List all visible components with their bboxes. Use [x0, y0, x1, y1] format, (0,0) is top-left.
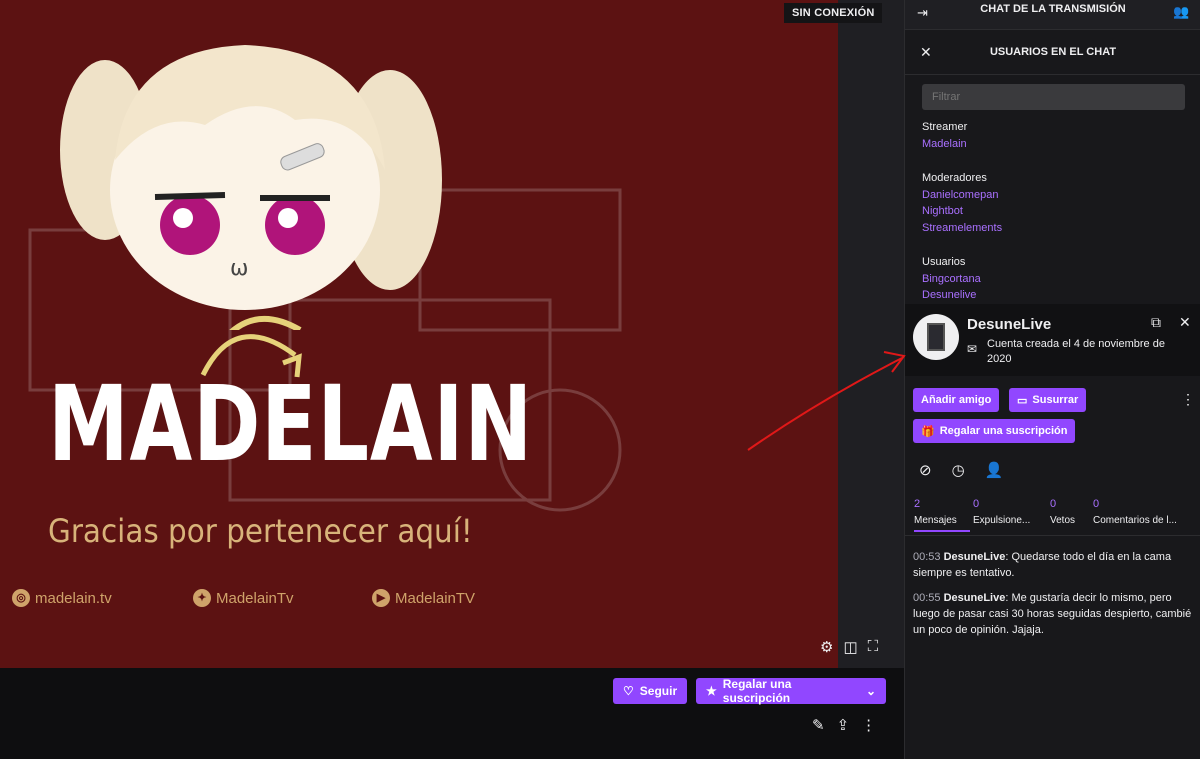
follow-button-label: Seguir	[639, 684, 678, 698]
mail-icon: ✉	[967, 342, 978, 356]
gift-sub-card-label: Regalar una suscripción	[939, 425, 1068, 437]
more-options-icon[interactable]: ⋮	[861, 716, 876, 734]
viewer-card: DesuneLive ✉ Cuenta creada el 4 de novie…	[905, 304, 1200, 376]
edit-pencil-icon[interactable]: ✎	[812, 716, 825, 734]
follow-button[interactable]: ♡ Seguir	[613, 678, 688, 704]
users-group-label: Usuarios	[922, 256, 966, 268]
player-letterbox	[838, 0, 904, 668]
more-options-icon[interactable]: ⋮	[1181, 391, 1195, 408]
tab-label: Mensajes	[914, 515, 957, 526]
gift-icon: 🎁	[921, 425, 935, 438]
svg-text:ω: ω	[230, 256, 248, 281]
tab-label: Vetos	[1050, 515, 1076, 526]
user-link[interactable]: Streamelements	[922, 222, 1002, 234]
heart-icon: ♡	[623, 684, 634, 698]
social-youtube: ▶ MadelainTV	[372, 589, 475, 607]
youtube-icon: ▶	[372, 589, 390, 607]
star-icon: ★	[706, 684, 717, 698]
social-twitter-label: MadelainTv	[216, 589, 294, 607]
avatar[interactable]	[913, 314, 959, 360]
user-link[interactable]: Desunelive	[922, 289, 976, 301]
tab-count: 0	[1093, 498, 1100, 510]
tab-mod-comments[interactable]: 0 Comentarios de l...	[1093, 498, 1197, 526]
instagram-icon: ◎	[12, 589, 30, 607]
chevron-down-icon: ⌄	[865, 684, 876, 698]
tab-label: Expulsione...	[973, 515, 1031, 526]
users-in-chat-title: USUARIOS EN EL CHAT	[989, 46, 1117, 58]
moderators-group-label: Moderadores	[922, 172, 987, 184]
message-timestamp: 00:53	[913, 551, 941, 563]
streamer-group-label: Streamer	[922, 121, 968, 133]
viewer-card-username[interactable]: DesuneLive	[967, 316, 1051, 333]
user-link[interactable]: Bingcortana	[922, 273, 981, 285]
channel-action-icons: ✎ ⇪ ⋮	[812, 716, 876, 734]
mascot-illustration: ω	[60, 45, 442, 330]
tab-bans[interactable]: 0 Expulsione...	[973, 498, 1039, 526]
add-friend-button[interactable]: Añadir amigo	[913, 388, 1000, 412]
fullscreen-icon[interactable]: ⛶	[868, 638, 879, 656]
user-link[interactable]: Nightbot	[922, 205, 963, 217]
banner-channel-name: MADELAIN	[48, 363, 534, 485]
close-card-icon[interactable]: ✕	[1179, 314, 1191, 331]
users-in-chat-header: ✕ USUARIOS EN EL CHAT	[905, 31, 1200, 75]
add-friend-label: Añadir amigo	[921, 394, 992, 406]
chat-header: ⇥ CHAT DE LA TRANSMISIÓN 👥	[905, 0, 1200, 30]
message-username[interactable]: DesuneLive	[944, 592, 1006, 604]
gift-subscription-button[interactable]: ★ Regalar una suscripción ⌄	[696, 677, 886, 705]
tab-count: 0	[973, 498, 980, 510]
social-youtube-label: MadelainTV	[395, 589, 476, 607]
chat-panel: ⇥ CHAT DE LA TRANSMISIÓN 👥 ✕ USUARIOS EN…	[904, 0, 1200, 759]
add-mod-icon[interactable]: 👤	[985, 461, 1004, 479]
twitter-icon: ✦	[193, 589, 211, 607]
offline-status-badge: SIN CONEXIÓN	[784, 3, 883, 23]
moderation-actions: ⊘ ◷ 👤	[919, 461, 1003, 479]
player-controls: ⚙ ◫ ⛶	[820, 638, 878, 656]
ban-icon[interactable]: ⊘	[919, 461, 932, 479]
social-twitter: ✦ MadelainTv	[193, 589, 294, 607]
gift-sub-card-button[interactable]: 🎁 Regalar una suscripción	[913, 419, 1076, 443]
tab-timeouts[interactable]: 0 Vetos	[1050, 498, 1086, 526]
chat-message: 00:55 DesuneLive: Me gustaría decir lo m…	[913, 590, 1195, 638]
gift-subscription-label: Regalar una suscripción	[722, 677, 792, 705]
social-instagram: ◎ madelain.tv	[12, 589, 112, 607]
settings-gear-icon[interactable]: ⚙	[820, 638, 833, 656]
account-created-date: Cuenta creada el 4 de noviembre de 2020	[987, 338, 1165, 365]
chat-bubble-icon: ▭	[1017, 394, 1028, 407]
theatre-mode-icon[interactable]: ◫	[843, 638, 857, 656]
message-timestamp: 00:55	[913, 592, 941, 604]
user-link[interactable]: Madelain	[922, 138, 967, 150]
message-username[interactable]: DesuneLive	[944, 551, 1006, 563]
banner-tagline: Gracias por pertenecer aquí!	[48, 512, 473, 550]
share-icon[interactable]: ⇪	[837, 716, 850, 734]
tab-count: 2	[914, 498, 921, 510]
timeout-clock-icon[interactable]: ◷	[952, 461, 965, 479]
tab-count: 0	[1050, 498, 1057, 510]
whisper-label: Susurrar	[1032, 394, 1079, 406]
tab-label: Comentarios de l...	[1093, 515, 1177, 526]
chat-message: 00:53 DesuneLive: Quedarse todo el día e…	[913, 549, 1195, 581]
filter-users-input[interactable]	[922, 84, 1185, 110]
whisper-button[interactable]: ▭ Susurrar	[1009, 388, 1087, 412]
chat-title: CHAT DE LA TRANSMISIÓN	[980, 3, 1126, 15]
popout-icon[interactable]: ⧉	[1151, 314, 1161, 331]
video-player[interactable]: ω MADELAIN Gracias por pertenecer aquí! …	[0, 0, 838, 668]
viewer-card-tabs: 2 Mensajes 0 Expulsione... 0 Vetos 0 Com…	[905, 498, 1200, 536]
tab-messages[interactable]: 2 Mensajes	[914, 498, 970, 532]
social-instagram-label: madelain.tv	[35, 589, 112, 607]
user-link[interactable]: Danielcomepan	[922, 189, 998, 201]
users-list-icon[interactable]: 👥	[1173, 4, 1189, 20]
